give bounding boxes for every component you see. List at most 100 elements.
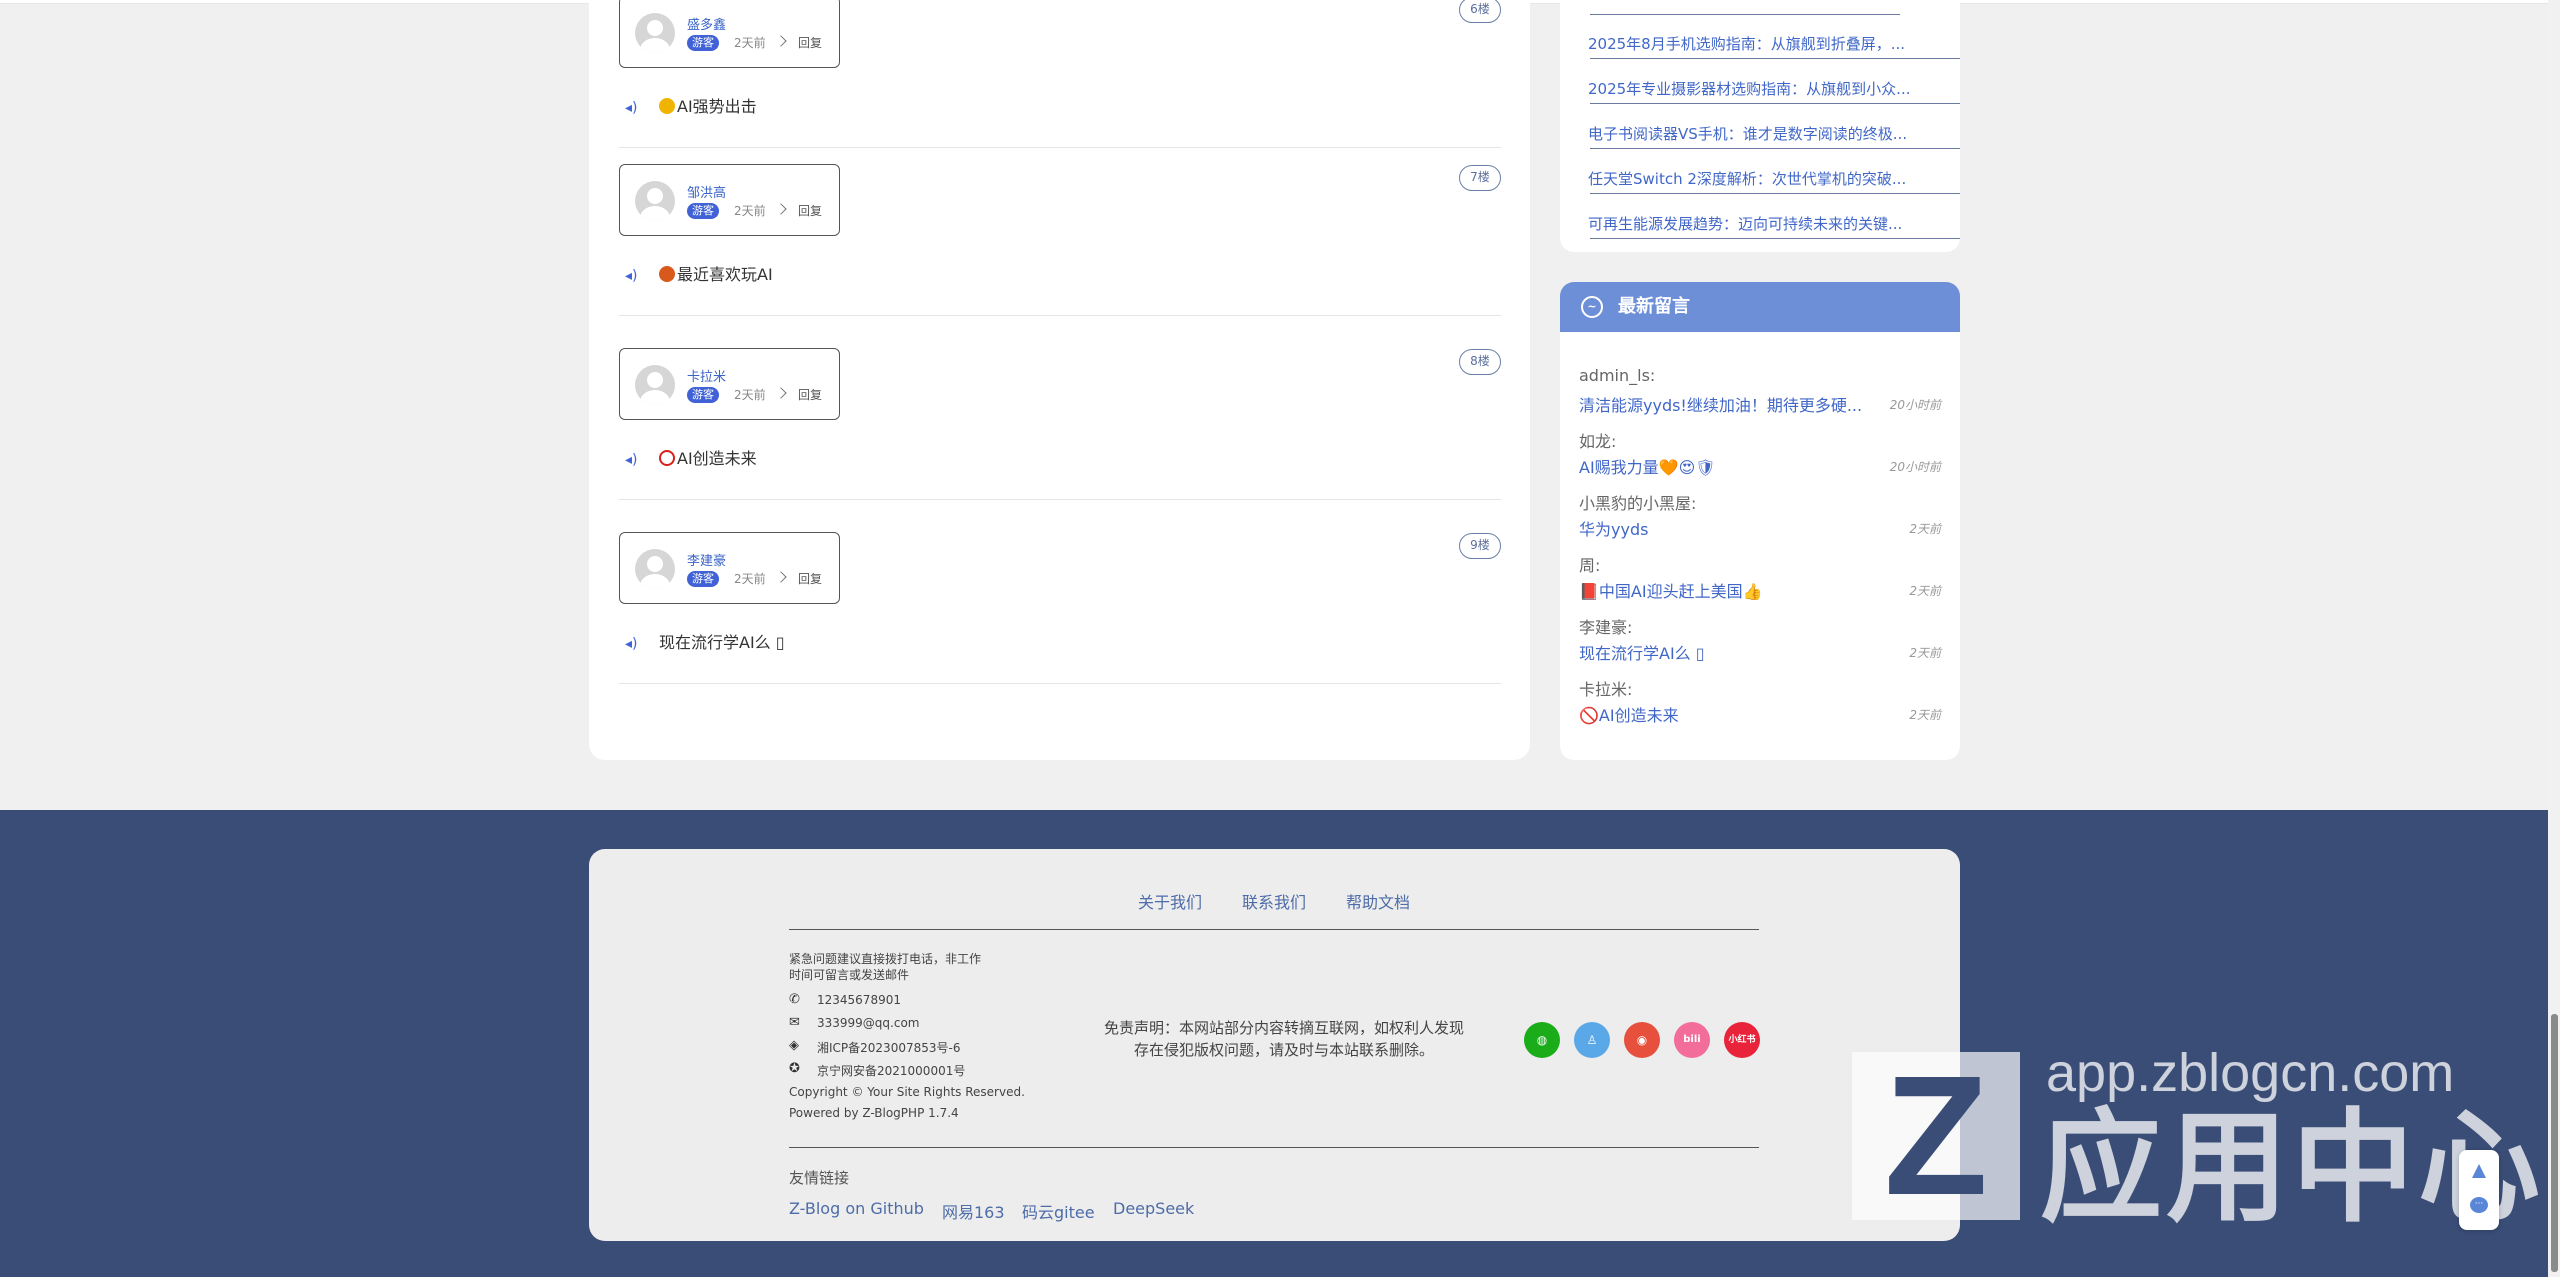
article-link[interactable]: 可再生能源发展趋势：迈向可持续未来的关键... (1588, 213, 1902, 234)
article-link[interactable]: 2025年8月手机选购指南：从旗舰到折叠屏，... (1588, 33, 1905, 54)
message-text[interactable]: 华为yyds (1579, 516, 1648, 540)
message-text[interactable]: 🚫AI创造未来 (1579, 702, 1679, 726)
watermark-url: app.zblogcn.com (2046, 1043, 2455, 1103)
contact-notice: 紧急问题建议直接拨打电话，非工作 时间可留言或发送邮件 (789, 952, 982, 982)
article-link[interactable]: 任天堂Switch 2深度解析：次世代掌机的突破... (1588, 168, 1906, 189)
scrollbar-thumb[interactable] (2551, 1014, 2558, 1272)
avatar[interactable] (635, 549, 675, 589)
divider (1590, 148, 1960, 149)
sound-icon[interactable]: ◂) (625, 96, 647, 120)
avatar[interactable] (635, 365, 675, 405)
comment-text: AI创造未来 (677, 449, 757, 468)
friend-link-github[interactable]: Z-Blog on Github (789, 1199, 924, 1218)
footer-nav-contact[interactable]: 联系我们 (1242, 889, 1306, 913)
zblog-logo: Z (1852, 1051, 2020, 1221)
comment-user-box: 卡拉米 游客 2天前 回复 (619, 348, 840, 420)
back-to-top-icon[interactable] (2472, 1164, 2486, 1178)
message-author: admin_ls: (1579, 366, 1656, 385)
footer-nav-help[interactable]: 帮助文档 (1346, 889, 1410, 913)
divider (619, 499, 1501, 500)
comment-username[interactable]: 盛多鑫 (687, 14, 726, 33)
message-time: 2天前 (1909, 646, 1941, 660)
chevron-right-icon (775, 203, 787, 215)
friend-link-gitee[interactable]: 码云gitee (1022, 1199, 1095, 1223)
comment-user-box: 盛多鑫 游客 2天前 回复 (619, 0, 840, 68)
reply-button[interactable]: 回复 (798, 387, 822, 403)
divider (789, 929, 1759, 930)
comment-time: 2天前 (734, 36, 766, 50)
police-record[interactable]: 京宁网安备2021000001号 (817, 1062, 965, 1079)
divider (1590, 58, 1960, 59)
bilibili-icon[interactable]: bili (1674, 1022, 1710, 1058)
qq-icon[interactable]: ♙ (1574, 1022, 1610, 1058)
comment-text-row: ◂) AI创造未来 (619, 447, 757, 472)
comment-user-box: 李建豪 游客 2天前 回复 (619, 532, 840, 604)
xiaohongshu-icon[interactable]: 小红书 (1724, 1022, 1760, 1058)
footer-nav-about[interactable]: 关于我们 (1138, 889, 1202, 913)
basketball-emoji (659, 266, 675, 282)
chevron-right-icon (775, 35, 787, 47)
message-time: 2天前 (1909, 584, 1941, 598)
message-author: 如龙: (1579, 432, 1617, 451)
floor-badge: 6楼 (1459, 0, 1501, 23)
message-text[interactable]: 现在流行学AI么 ▯ (1579, 640, 1705, 664)
comment-time: 2天前 (734, 572, 766, 586)
weibo-icon[interactable]: ◉ (1624, 1022, 1660, 1058)
police-badge-icon: ✪ (789, 1061, 800, 1076)
chat-icon: ~ (1581, 296, 1603, 318)
message-text[interactable]: AI赐我力量🧡😍🛡 (1579, 454, 1716, 478)
sound-icon[interactable]: ◂) (625, 264, 647, 288)
sidebar-articles-card: 2025年8月手机选购指南：从旗舰到折叠屏，... 2025年专业摄影器材选购指… (1560, 0, 1960, 252)
friend-link-163[interactable]: 网易163 (942, 1199, 1005, 1223)
friend-link-deepseek[interactable]: DeepSeek (1113, 1199, 1194, 1218)
article-link[interactable]: 电子书阅读器VS手机：谁才是数字阅读的终极... (1588, 123, 1907, 144)
sound-icon[interactable]: ◂) (625, 448, 647, 472)
floor-badge: 9楼 (1459, 533, 1501, 559)
wechat-icon[interactable]: ◍ (1524, 1022, 1560, 1058)
divider (619, 147, 1501, 148)
comment-username[interactable]: 卡拉米 (687, 366, 726, 385)
floor-badge: 8楼 (1459, 349, 1501, 375)
reply-button[interactable]: 回复 (798, 203, 822, 219)
powered-by[interactable]: Powered by Z-BlogPHP 1.7.4 (789, 1105, 959, 1121)
comment-time: 2天前 (734, 204, 766, 218)
article-link[interactable]: 2025年专业摄影器材选购指南：从旗舰到小众... (1588, 78, 1910, 99)
latest-messages-title: 最新留言 (1618, 296, 1690, 317)
reply-button[interactable]: 回复 (798, 571, 822, 587)
latest-messages-header: ~ 最新留言 (1560, 282, 1960, 332)
message-time: 20小时前 (1889, 460, 1941, 474)
divider (789, 1147, 1759, 1148)
mail-icon: ✉ (789, 1015, 800, 1030)
icp-number[interactable]: 湘ICP备2023007853号-6 (817, 1039, 960, 1056)
role-badge: 游客 (687, 203, 719, 219)
comment-icon[interactable]: ··· (2470, 1197, 2488, 1213)
prohibited-emoji (659, 450, 675, 466)
comment-username[interactable]: 李建豪 (687, 550, 726, 569)
floor-badge: 7楼 (1459, 165, 1501, 191)
phone-icon: ✆ (789, 992, 800, 1007)
message-time: 2天前 (1909, 708, 1941, 722)
reply-button[interactable]: 回复 (798, 35, 822, 51)
fist-emoji (659, 98, 675, 114)
email-address: 333999@qq.com (817, 1016, 920, 1030)
friend-links-title: 友情链接 (789, 1169, 850, 1187)
chevron-right-icon (775, 387, 787, 399)
role-badge: 游客 (687, 35, 719, 51)
comment-user-box: 邹洪高 游客 2天前 回复 (619, 164, 840, 236)
comment-text: 现在流行学AI么 ▯ (659, 633, 785, 652)
divider (1590, 103, 1960, 104)
avatar[interactable] (635, 13, 675, 53)
phone-number: 12345678901 (817, 993, 901, 1007)
divider (1590, 193, 1960, 194)
comment-text: AI强势出击 (677, 97, 757, 116)
disclaimer: 免责声明：本网站部分内容转摘互联网，如权利人发现 存在侵犯版权问题，请及时与本站联… (1103, 1019, 1464, 1059)
divider (1590, 238, 1960, 239)
message-author: 李建豪: (1579, 618, 1633, 637)
comment-username[interactable]: 邹洪高 (687, 182, 726, 201)
sound-icon[interactable]: ◂) (625, 632, 647, 656)
avatar[interactable] (635, 181, 675, 221)
message-text[interactable]: 📕中国AI迎头赶上美国👍 (1579, 578, 1763, 602)
message-author: 小黑豹的小黑屋: (1579, 494, 1697, 513)
message-text[interactable]: 清洁能源yyds!继续加油！期待更多硬... (1579, 392, 1862, 416)
role-badge: 游客 (687, 387, 719, 403)
